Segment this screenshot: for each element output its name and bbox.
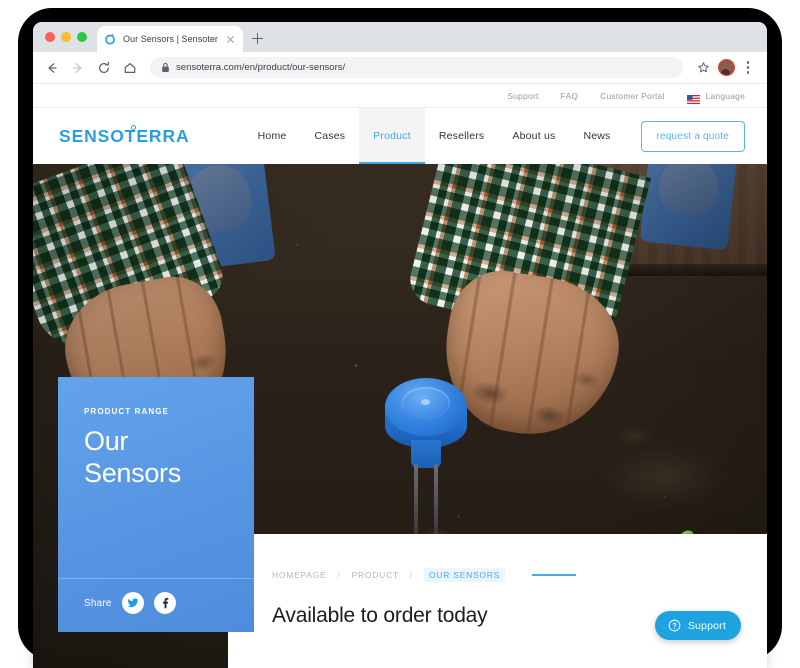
utility-link-customer-portal[interactable]: Customer Portal [600, 91, 664, 101]
site-logo-text: SENSOTERRA [59, 125, 190, 146]
browser-toolbar: sensoterra.com/en/product/our-sensors/ [33, 52, 767, 84]
product-card-body: PRODUCT RANGE Our Sensors [58, 377, 254, 578]
home-icon[interactable] [119, 57, 141, 79]
soil-sensor-device [385, 378, 467, 548]
support-widget-button[interactable]: Support [654, 611, 741, 640]
product-card-eyebrow: PRODUCT RANGE [84, 407, 169, 416]
browser-tab[interactable]: Our Sensors | Sensoterra [97, 26, 243, 52]
zoom-window-button[interactable] [77, 32, 87, 42]
browser-tab-title: Our Sensors | Sensoterra [123, 34, 218, 44]
nav-item-news[interactable]: News [569, 108, 624, 164]
breadcrumb-item-homepage[interactable]: HOMEPAGE [272, 570, 327, 580]
nav-item-cases-label: Cases [314, 130, 346, 142]
nav-item-about-us-label: About us [512, 130, 556, 142]
language-label: Language [705, 90, 745, 101]
star-icon[interactable] [692, 57, 714, 79]
us-flag-icon [686, 91, 700, 104]
back-arrow-icon[interactable] [41, 57, 63, 79]
site-logo[interactable]: SENSOTERRA [59, 124, 190, 147]
nav-item-product-label: Product [373, 130, 411, 142]
page-viewport: Support FAQ Customer Portal Language SEN… [33, 84, 767, 668]
window-traffic-lights [43, 22, 97, 52]
minimize-window-button[interactable] [61, 32, 71, 42]
lock-icon [161, 62, 170, 73]
nav-item-cases[interactable]: Cases [300, 108, 359, 164]
share-label: Share [84, 597, 112, 609]
question-mark-circle-icon [668, 619, 681, 632]
nav-item-news-label: News [583, 130, 611, 142]
support-widget-label: Support [687, 619, 726, 632]
utility-bar: Support FAQ Customer Portal Language [33, 84, 767, 108]
nav-item-home[interactable]: Home [244, 108, 301, 164]
new-tab-button[interactable] [247, 26, 269, 52]
nav-item-home-label: Home [257, 130, 287, 142]
twitter-icon[interactable] [121, 592, 144, 614]
sensor-cap-highlight [421, 399, 430, 405]
utility-link-faq[interactable]: FAQ [561, 91, 579, 101]
product-card-title: Our Sensors [84, 426, 228, 490]
product-range-card: PRODUCT RANGE Our Sensors Share [58, 377, 254, 632]
blue-boot-right [639, 164, 739, 251]
breadcrumb-rule [532, 574, 577, 576]
language-selector[interactable]: Language [686, 90, 745, 104]
utility-link-support[interactable]: Support [507, 91, 538, 101]
nav-item-resellers-label: Resellers [438, 130, 485, 142]
kebab-menu-icon[interactable] [739, 57, 757, 79]
address-bar-url: sensoterra.com/en/product/our-sensors/ [176, 62, 346, 73]
facebook-icon[interactable] [153, 592, 176, 614]
close-window-button[interactable] [45, 32, 55, 42]
breadcrumb-separator: / [409, 570, 414, 580]
forward-arrow-icon [67, 57, 89, 79]
content-panel: HOMEPAGE / PRODUCT / OUR SENSORS Availab… [228, 534, 767, 668]
breadcrumb-item-product[interactable]: PRODUCT [352, 570, 399, 580]
breadcrumb-item-our-sensors: OUR SENSORS [424, 568, 506, 582]
avatar[interactable] [718, 59, 735, 76]
product-card-title-line1: Our [84, 426, 129, 456]
hero-section: HOMEPAGE / PRODUCT / OUR SENSORS Availab… [33, 164, 767, 668]
address-bar[interactable]: sensoterra.com/en/product/our-sensors/ [150, 57, 683, 78]
site-navigation: SENSOTERRA Home Cases Product Resellers … [33, 108, 767, 164]
browser-tab-strip: Our Sensors | Sensoterra [33, 22, 767, 52]
nav-item-resellers[interactable]: Resellers [425, 108, 499, 164]
request-a-quote-button[interactable]: request a quote [640, 120, 745, 152]
nav-item-about-us[interactable]: About us [498, 108, 569, 164]
breadcrumb: HOMEPAGE / PRODUCT / OUR SENSORS [272, 568, 767, 582]
browser-window: Our Sensors | Sensoterra sensoterra.com/… [33, 22, 767, 668]
reload-icon[interactable] [93, 57, 115, 79]
breadcrumb-separator: / [337, 570, 341, 580]
sensoterra-o-logo-icon [104, 33, 116, 45]
product-card-title-line2: Sensors [84, 457, 181, 488]
nav-item-product[interactable]: Product [359, 108, 425, 164]
nav-items: Home Cases Product Resellers About us Ne… [244, 108, 745, 164]
logo-ring-accent [131, 124, 136, 130]
close-tab-button[interactable] [225, 34, 236, 45]
share-row: Share [58, 578, 254, 632]
